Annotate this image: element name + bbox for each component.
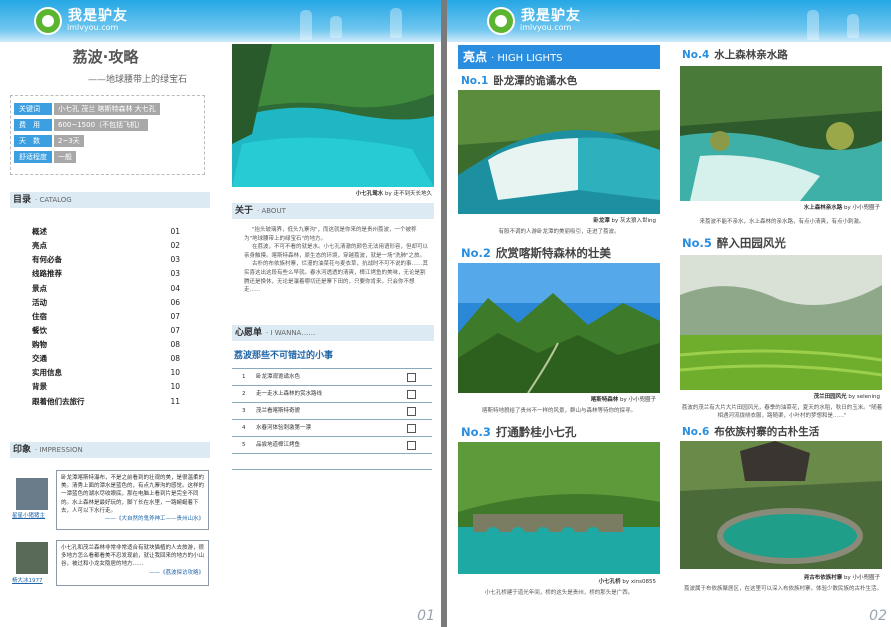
impression-quote: 小七孔和茂兰森林非常非常适合有就块猫植的人去旅游，很多地方怎么看都看美不忍发现前… xyxy=(56,540,209,586)
wanna-item: 3 茂兰看喀斯特奇貌 xyxy=(232,402,432,419)
photo-caption: 茂兰田园风光 by selening xyxy=(813,394,880,400)
catalog-item[interactable]: 住宿 07 xyxy=(32,310,180,323)
photo-caption: 小七孔鸳水 by 走不到天长地久 xyxy=(355,191,432,197)
wanna-checkbox[interactable] xyxy=(407,441,416,450)
about-text: "抬头玻璃界，低头九寨沟"，而这就是你来的是贵州荔波，一个被称为"地球腰带上的绿… xyxy=(244,227,429,294)
page-one: 我是驴友 imlvyou.com 荔波·攻略 ——地球腰带上的绿宝石 关键词 小七… xyxy=(0,0,441,627)
user-name[interactable]: 星星小猪猪主 xyxy=(12,511,45,519)
wanna-checkbox[interactable] xyxy=(407,390,416,399)
brand-url: imlvyou.com xyxy=(67,23,119,32)
page-number: 01 xyxy=(417,608,435,624)
catalog-item[interactable]: 有何必备 03 xyxy=(32,253,180,266)
wanna-item: 2 走一走水上森林的赏水路线 xyxy=(232,385,432,402)
lake-photo xyxy=(232,44,434,187)
catalog-item[interactable]: 实用信息 10 xyxy=(32,366,180,379)
wanna-checkbox[interactable] xyxy=(407,407,416,416)
karst-forest-photo xyxy=(458,263,660,393)
brand-name: 我是驴友 xyxy=(68,8,128,24)
wanna-checkbox[interactable] xyxy=(407,373,416,382)
photo-caption: 小七孔桥 by xins0855 xyxy=(598,579,656,585)
hiker-silhouette xyxy=(390,8,402,38)
catalog-item[interactable]: 餐饮 07 xyxy=(32,324,180,337)
highlight-desc: 荔波的茂兰有大片大片田园风光，春季的油菜花，夏天的水稻，秋日的玉米。"随着相遇河… xyxy=(681,405,883,419)
hiker-silhouette xyxy=(330,16,342,38)
highlight-title: No.4 水上森林亲水路 xyxy=(682,49,788,61)
user-avatar[interactable] xyxy=(16,542,48,574)
donkey-mascot-icon xyxy=(487,7,515,35)
wanna-heading: 心愿单 · I WANNA…… xyxy=(232,325,434,341)
guide-title: 荔波·攻略 xyxy=(72,48,139,66)
photo-caption: 卧龙潭 by 灰太狼入世ing xyxy=(593,218,656,224)
highlight-desc: 荔波属于布依族聚居区，在这里可以深入布依族村寨，体验少数民族的古朴生活。 xyxy=(684,586,883,592)
page-two: 我是驴友 imlvyou.com 亮点 · HIGH LIGHTS No.1 卧龙潭… xyxy=(447,0,891,627)
impression-heading: 印象 · IMPRESSION xyxy=(10,442,210,458)
hiker-silhouette xyxy=(847,14,859,38)
brand-logo[interactable]: 我是驴友 imlvyou.com xyxy=(487,5,591,37)
page-header: 我是驴友 imlvyou.com xyxy=(447,0,891,42)
catalog-item[interactable]: 购物 08 xyxy=(32,338,180,351)
donkey-mascot-icon xyxy=(34,7,62,35)
user-name[interactable]: 杨大冰1977 xyxy=(12,576,43,584)
hiker-silhouette xyxy=(807,10,819,40)
catalog-item[interactable]: 景点 04 xyxy=(32,282,180,295)
highlight-desc: 有股不调的人游卧龙潭的美丽吸引，走进了荔波。 xyxy=(498,229,620,235)
catalog-item[interactable]: 概述 01 xyxy=(32,225,180,238)
highlight-title: No.3 打通黔桂小七孔 xyxy=(461,425,577,439)
page-number: 02 xyxy=(869,608,887,624)
catalog-item[interactable]: 交通 08 xyxy=(32,352,180,365)
catalog-item[interactable]: 背景 10 xyxy=(32,380,180,393)
catalog-item[interactable]: 跟着他们去旅行 11 xyxy=(32,395,180,408)
wanna-item: 4 水春河体验刺激第一漂 xyxy=(232,419,432,436)
highlight-desc: 喀斯特地貌给了贵州不一样的风景，群山与森林等待你的探寻。 xyxy=(481,408,636,414)
highlight-title: No.1 卧龙潭的诡谲水色 xyxy=(461,75,578,87)
catalog-item[interactable]: 线路推荐 03 xyxy=(32,267,180,280)
wanna-item: 1 卧龙潭观诡谲水色 xyxy=(232,368,432,385)
catalog-heading: 目录 · CATALOG xyxy=(10,192,210,208)
photo-caption: 水上森林亲水路 by 小小兜圈子 xyxy=(803,205,880,211)
photo-caption: 尧古布依族村寨 by 小小兜圈子 xyxy=(803,575,880,581)
hiker-silhouette xyxy=(300,10,312,40)
photo-caption: 喀斯特森林 by 小小兜圈子 xyxy=(590,397,656,403)
bridge-photo xyxy=(458,442,660,574)
highlight-desc: 来荔波不能不亲水，水上森林的亲水路，有点小清爽，有点小刺激。 xyxy=(699,219,865,225)
brand-url: imlvyou.com xyxy=(520,23,572,32)
brand-name: 我是驴友 xyxy=(521,8,581,24)
guide-subtitle: ——地球腰带上的绿宝石 xyxy=(88,75,188,85)
village-photo xyxy=(680,441,882,569)
wanna-item: 5 品尝地道樟江烤鱼 xyxy=(232,436,432,453)
highlights-heading: 亮点 · HIGH LIGHTS xyxy=(458,45,660,69)
quote-source-link[interactable]: ——《大自然的鬼斧神工——贵州山水》 xyxy=(61,515,204,523)
about-heading: 关于 · ABOUT xyxy=(232,203,434,219)
wanna-subheading: 荔波那些不可错过的小事 xyxy=(234,351,334,361)
page-header: 我是驴友 imlvyou.com xyxy=(0,0,441,42)
highlight-title: No.2 欣赏喀斯特森林的壮美 xyxy=(461,246,611,260)
catalog-item[interactable]: 活动 06 xyxy=(32,296,180,309)
water-forest-photo xyxy=(680,66,882,201)
highlight-desc: 小七孔桥建于道光年间，桥的这头是贵州，桥的那头是广西。 xyxy=(484,590,634,596)
countryside-photo xyxy=(680,255,882,390)
catalog-item[interactable]: 亮点 02 xyxy=(32,239,180,252)
brand-logo[interactable]: 我是驴友 imlvyou.com xyxy=(34,5,138,37)
wanna-blank-row xyxy=(232,453,432,470)
impression-quote: 卧龙潭喀斯特瀑布，不是之前看到的壮观的美，是很温柔的美。清秀上面的潭水是蓝色的，… xyxy=(56,470,209,530)
wanna-checkbox[interactable] xyxy=(407,424,416,433)
waterfall-photo xyxy=(458,90,660,214)
highlight-title: No.6 布依族村寨的古朴生活 xyxy=(682,426,820,438)
highlight-title: No.5 醉入田园风光 xyxy=(682,236,786,250)
user-avatar[interactable] xyxy=(16,478,48,510)
quote-source-link[interactable]: ——《荔波探访攻略》 xyxy=(61,569,204,577)
